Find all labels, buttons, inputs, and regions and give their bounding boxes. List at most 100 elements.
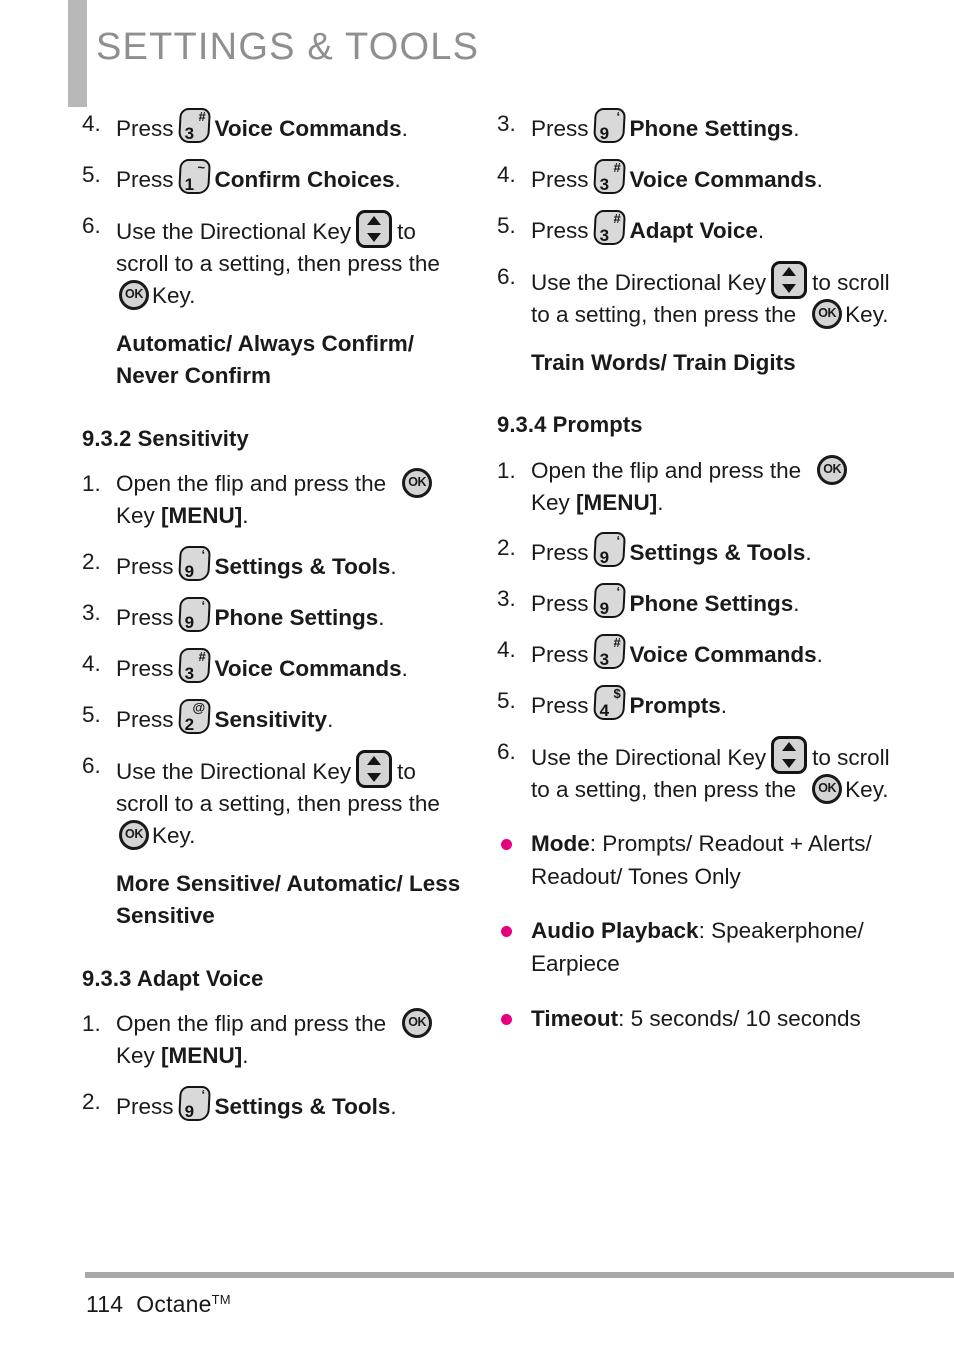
- step-label: Phone Settings: [629, 591, 794, 617]
- ok-key-label: OK: [818, 305, 837, 320]
- bullet-separator: :: [698, 918, 712, 944]
- option-values: Automatic/ Always Confirm/ Never Confirm: [116, 330, 414, 389]
- bullet-separator: :: [589, 831, 603, 857]
- step-body: Press 3 # Voice Commands.: [531, 634, 897, 671]
- list-item: 5. Press 3 # Adapt Voice.: [497, 209, 897, 247]
- step-period: .: [793, 591, 800, 617]
- menu-bracket: [MENU]: [161, 503, 243, 529]
- list-item: Timeout: 5 seconds/ 10 seconds: [497, 1003, 897, 1036]
- directional-key-icon: [356, 209, 393, 248]
- step-body: Press 9 ‘Phone Settings.: [531, 583, 897, 620]
- product-name: Octane: [136, 1291, 212, 1317]
- key-symbol: @: [192, 699, 205, 715]
- ok-key-icon: OK: [402, 468, 433, 499]
- footer-divider: [85, 1272, 954, 1278]
- step-period: .: [816, 642, 823, 668]
- bullet-dot-icon: [501, 926, 512, 938]
- list-item: 6. Use the Directional Key to scroll to a…: [82, 209, 472, 312]
- arrow-up-icon: [782, 266, 797, 276]
- step-body: Use the Directional Key to scroll to a se…: [116, 749, 472, 852]
- phone-key-1-icon: 1 ~: [177, 158, 211, 194]
- key-digit: 9: [184, 613, 194, 633]
- ok-key-label: OK: [408, 475, 427, 490]
- phone-key-9-icon: 9 ‘: [177, 597, 211, 633]
- step-label: Sensitivity: [214, 706, 328, 732]
- step-text-post: Key.: [845, 301, 889, 327]
- list-item: 6. Use the Directional Key to scroll to a…: [497, 736, 897, 806]
- list-item: 4. Press 3 # Voice Commands.: [82, 647, 472, 685]
- step-number: 3.: [497, 586, 516, 612]
- ok-key-label: OK: [818, 781, 837, 796]
- key-symbol: ‘: [616, 533, 620, 549]
- key-digit: 9: [599, 599, 609, 619]
- step-label: Settings & Tools: [629, 540, 806, 566]
- step-period: .: [816, 166, 823, 192]
- option-values: Train Words/ Train Digits: [531, 349, 796, 375]
- arrow-up-icon: [782, 742, 797, 752]
- step-body: Press 9 ‘Phone Settings.: [531, 108, 897, 145]
- step-text-post: Key.: [152, 822, 196, 848]
- phone-key-9-icon: 9 ‘: [592, 583, 626, 619]
- step-label: Settings & Tools: [214, 554, 391, 580]
- step-period: .: [657, 489, 664, 515]
- arrow-down-icon: [782, 283, 797, 293]
- list-item: 5. Press 2 @ Sensitivity.: [82, 698, 472, 736]
- key-symbol: ‘: [616, 109, 620, 124]
- step-body: Press 3 # Adapt Voice.: [531, 209, 897, 247]
- list-item: 5. Press 4 $ Prompts.: [497, 685, 897, 722]
- header-accent-bar: [68, 0, 87, 107]
- step-period: .: [401, 116, 408, 141]
- step-text-b: Key: [116, 503, 155, 529]
- step-period: .: [805, 540, 812, 566]
- list-item: 2. Press 9 ‘Settings & Tools.: [497, 532, 897, 569]
- step-number: 5.: [497, 688, 516, 714]
- phone-key-3-icon: 3 #: [592, 209, 626, 245]
- footer: 114 OctaneTM: [86, 1291, 231, 1318]
- key-symbol: ‘: [616, 584, 620, 600]
- phone-key-3-icon: 3 #: [177, 647, 211, 683]
- arrow-down-icon: [367, 772, 382, 782]
- key-digit: 9: [599, 548, 609, 568]
- list-item: 3. Press 9 ‘Phone Settings.: [497, 583, 897, 620]
- arrow-down-icon: [367, 232, 382, 242]
- step-number: 6.: [497, 739, 516, 765]
- step-label: Adapt Voice: [629, 217, 758, 243]
- step-number: 2.: [82, 549, 101, 575]
- bullet-term: Timeout: [531, 1005, 619, 1031]
- step-label: Phone Settings: [214, 605, 379, 631]
- step-text-b: Key: [116, 1043, 155, 1069]
- bullet-values: 5 seconds/ 10 seconds: [630, 1005, 861, 1031]
- step-text-post: Key.: [152, 282, 196, 308]
- step-period: .: [390, 554, 397, 580]
- step-label: Settings & Tools: [214, 1094, 391, 1120]
- key-symbol: #: [197, 109, 205, 124]
- key-digit: 3: [184, 663, 194, 683]
- key-digit: 1: [184, 174, 194, 194]
- step-text: Open the flip and press the: [116, 1011, 387, 1037]
- list-item: 1. Open the flip and press the OK Key [MEN…: [82, 1008, 472, 1072]
- step-label: Voice Commands: [214, 655, 402, 681]
- ok-key-icon: OK: [119, 279, 149, 310]
- step-body: Use the Directional Key to scroll to a se…: [531, 736, 897, 806]
- step-text: Use the Directional Key: [116, 758, 352, 784]
- phone-key-9-icon: 9 ‘: [592, 532, 626, 568]
- key-symbol: $: [612, 686, 620, 702]
- step-number: 2.: [497, 535, 516, 561]
- step-period: .: [242, 503, 249, 529]
- key-digit: 3: [184, 124, 194, 143]
- step-text: Press: [531, 116, 589, 141]
- step-period: .: [378, 605, 385, 631]
- ok-key-icon: OK: [817, 454, 848, 485]
- step-label: Voice Commands: [214, 116, 402, 141]
- step-label: Voice Commands: [629, 642, 817, 668]
- step-text: Press: [531, 217, 589, 243]
- phone-key-3-icon: 3 #: [177, 108, 211, 143]
- step-body: Press 2 @ Sensitivity.: [116, 698, 472, 736]
- list-item: 3. Press 9 ‘Phone Settings.: [497, 108, 897, 145]
- key-symbol: #: [612, 210, 620, 226]
- phone-key-9-icon: 9 ‘: [592, 108, 626, 143]
- step-label: Voice Commands: [629, 166, 817, 192]
- step-body: Press 3 # Voice Commands.: [116, 108, 472, 145]
- option-values: More Sensitive/ Automatic/ Less Sensitiv…: [116, 870, 461, 929]
- step-period: .: [793, 116, 800, 141]
